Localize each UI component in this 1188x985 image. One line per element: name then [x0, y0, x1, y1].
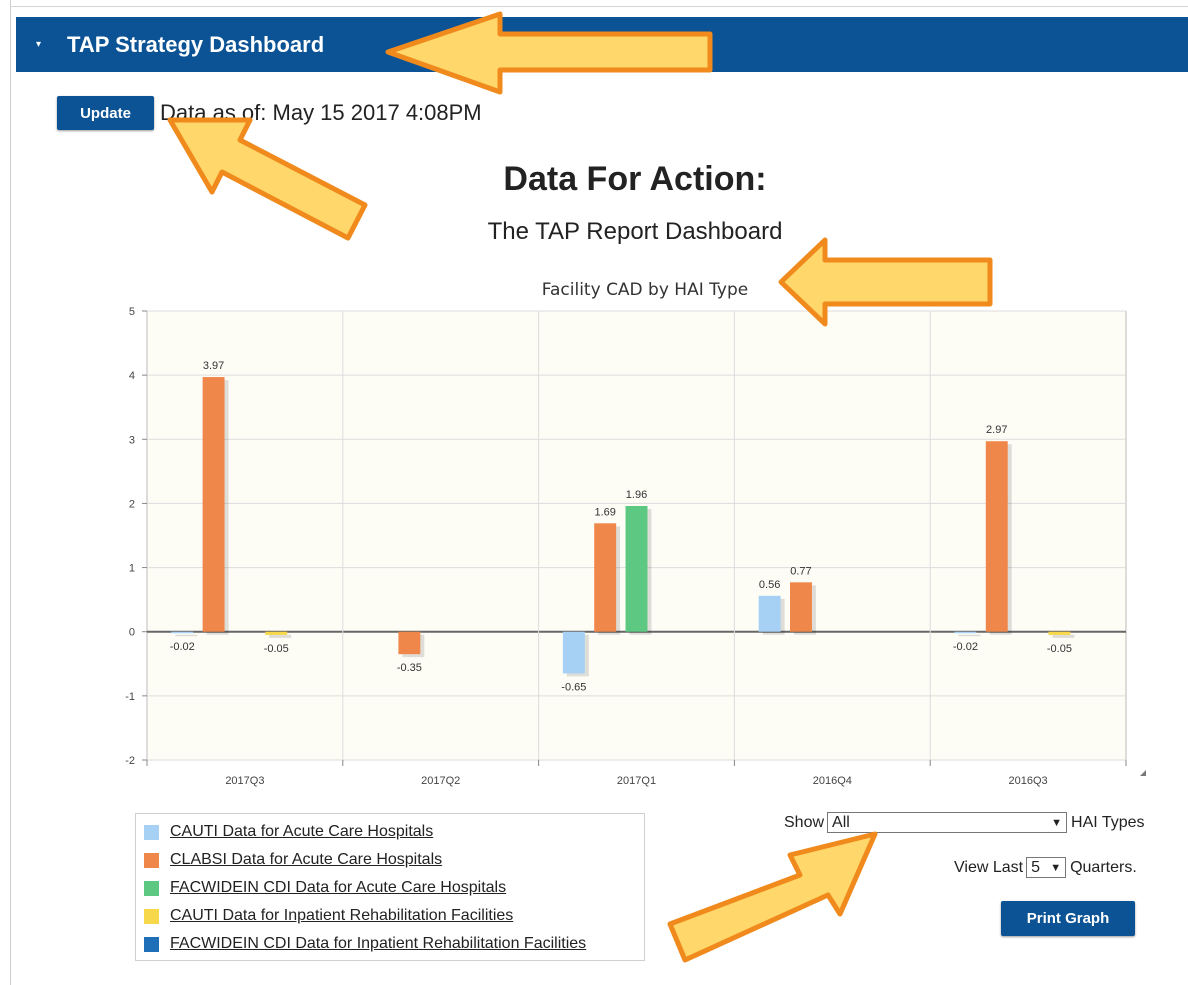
callout-arrow-icon: [778, 237, 993, 327]
data-label: 2.97: [986, 424, 1007, 436]
y-tick-label: 5: [129, 306, 135, 318]
y-tick-label: 2: [129, 498, 135, 510]
bar-shadow: [1052, 634, 1075, 638]
bar: [171, 631, 194, 634]
data-label: 0.77: [790, 565, 811, 577]
y-tick-label: -2: [125, 755, 135, 767]
legend-label[interactable]: CAUTI Data for Acute Care Hospitals: [170, 823, 433, 841]
bar: [625, 505, 648, 632]
y-tick-label: -1: [125, 691, 135, 703]
chevron-down-icon: ▼: [1051, 816, 1063, 829]
legend-item[interactable]: FACWIDEIN CDI Data for Inpatient Rehabil…: [144, 934, 586, 954]
legend-label[interactable]: FACWIDEIN CDI Data for Acute Care Hospit…: [170, 879, 506, 897]
callout-arrow-icon: [385, 11, 713, 95]
quarters-filter-row: View Last 5 ▼ Quarters.: [954, 857, 1137, 878]
legend-swatch: [144, 936, 159, 952]
x-tick-label: 2017Q2: [421, 775, 460, 787]
legend-swatch: [144, 852, 159, 868]
x-tick-label: 2016Q3: [1009, 775, 1048, 787]
dashboard-title: TAP Strategy Dashboard: [67, 31, 325, 57]
legend-swatch: [144, 824, 159, 840]
bar-shadow: [175, 634, 198, 637]
legend-item[interactable]: CAUTI Data for Acute Care Hospitals: [144, 822, 433, 842]
data-label: 1.69: [594, 506, 615, 518]
data-label: 3.97: [203, 360, 224, 372]
resize-grip-icon: [1140, 770, 1146, 776]
bar: [594, 523, 617, 632]
quarters-label: Quarters.: [1070, 858, 1137, 876]
x-tick-label: 2017Q3: [225, 775, 264, 787]
data-label: -0.35: [397, 662, 422, 674]
quarters-selected: 5: [1031, 858, 1040, 876]
x-tick-label: 2017Q1: [617, 775, 656, 787]
data-label: -0.65: [561, 681, 586, 693]
y-tick-label: 3: [129, 434, 135, 446]
bar: [202, 377, 225, 632]
y-tick-label: 0: [129, 627, 135, 639]
bar-shadow: [269, 634, 292, 638]
bar: [985, 441, 1008, 632]
view-last-label: View Last: [954, 858, 1024, 876]
legend-label[interactable]: CLABSI Data for Acute Care Hospitals: [170, 851, 442, 869]
bar-chart: Facility CAD by HAI Type 5 4 3 2 1 0 -1 -2 2017Q3…: [125, 280, 1146, 787]
legend-label[interactable]: CAUTI Data for Inpatient Rehabilitation …: [170, 907, 513, 925]
print-graph-button[interactable]: Print Graph: [1001, 901, 1135, 936]
legend-swatch: [144, 880, 159, 896]
legend-item[interactable]: FACWIDEIN CDI Data for Acute Care Hospit…: [144, 878, 506, 898]
bar: [398, 631, 421, 655]
legend-item[interactable]: CAUTI Data for Inpatient Rehabilitation …: [144, 906, 513, 926]
legend-label[interactable]: FACWIDEIN CDI Data for Inpatient Rehabil…: [170, 935, 586, 953]
bar: [562, 631, 585, 674]
bar: [265, 631, 288, 635]
collapse-caret-icon[interactable]: ▾: [36, 39, 41, 50]
data-label: -0.05: [264, 643, 289, 655]
callout-arrow-icon: [667, 831, 878, 963]
bar: [790, 582, 812, 632]
data-label: 0.56: [759, 579, 780, 591]
bar-shadow: [958, 634, 981, 637]
data-label: -0.02: [170, 641, 195, 653]
bar: [1048, 631, 1071, 635]
chevron-down-icon: ▼: [1050, 861, 1062, 874]
bar: [954, 631, 977, 634]
y-tick-label: 4: [129, 370, 135, 382]
callout-arrow-icon: [167, 117, 368, 241]
x-tick-label: 2016Q4: [813, 775, 852, 787]
data-label: 1.96: [626, 489, 647, 501]
chart-title: Facility CAD by HAI Type: [542, 280, 748, 300]
data-label: -0.02: [953, 641, 978, 653]
data-label: -0.05: [1047, 643, 1072, 655]
legend-swatch: [144, 908, 159, 924]
y-tick-label: 1: [129, 563, 135, 575]
quarters-select[interactable]: 5 ▼: [1026, 857, 1067, 878]
bar: [758, 595, 781, 632]
update-button[interactable]: Update: [57, 96, 154, 130]
legend-item[interactable]: CLABSI Data for Acute Care Hospitals: [144, 850, 442, 870]
hai-types-label: HAI Types: [1071, 813, 1145, 831]
chart-legend: CAUTI Data for Acute Care Hospitals CLAB…: [135, 813, 645, 961]
